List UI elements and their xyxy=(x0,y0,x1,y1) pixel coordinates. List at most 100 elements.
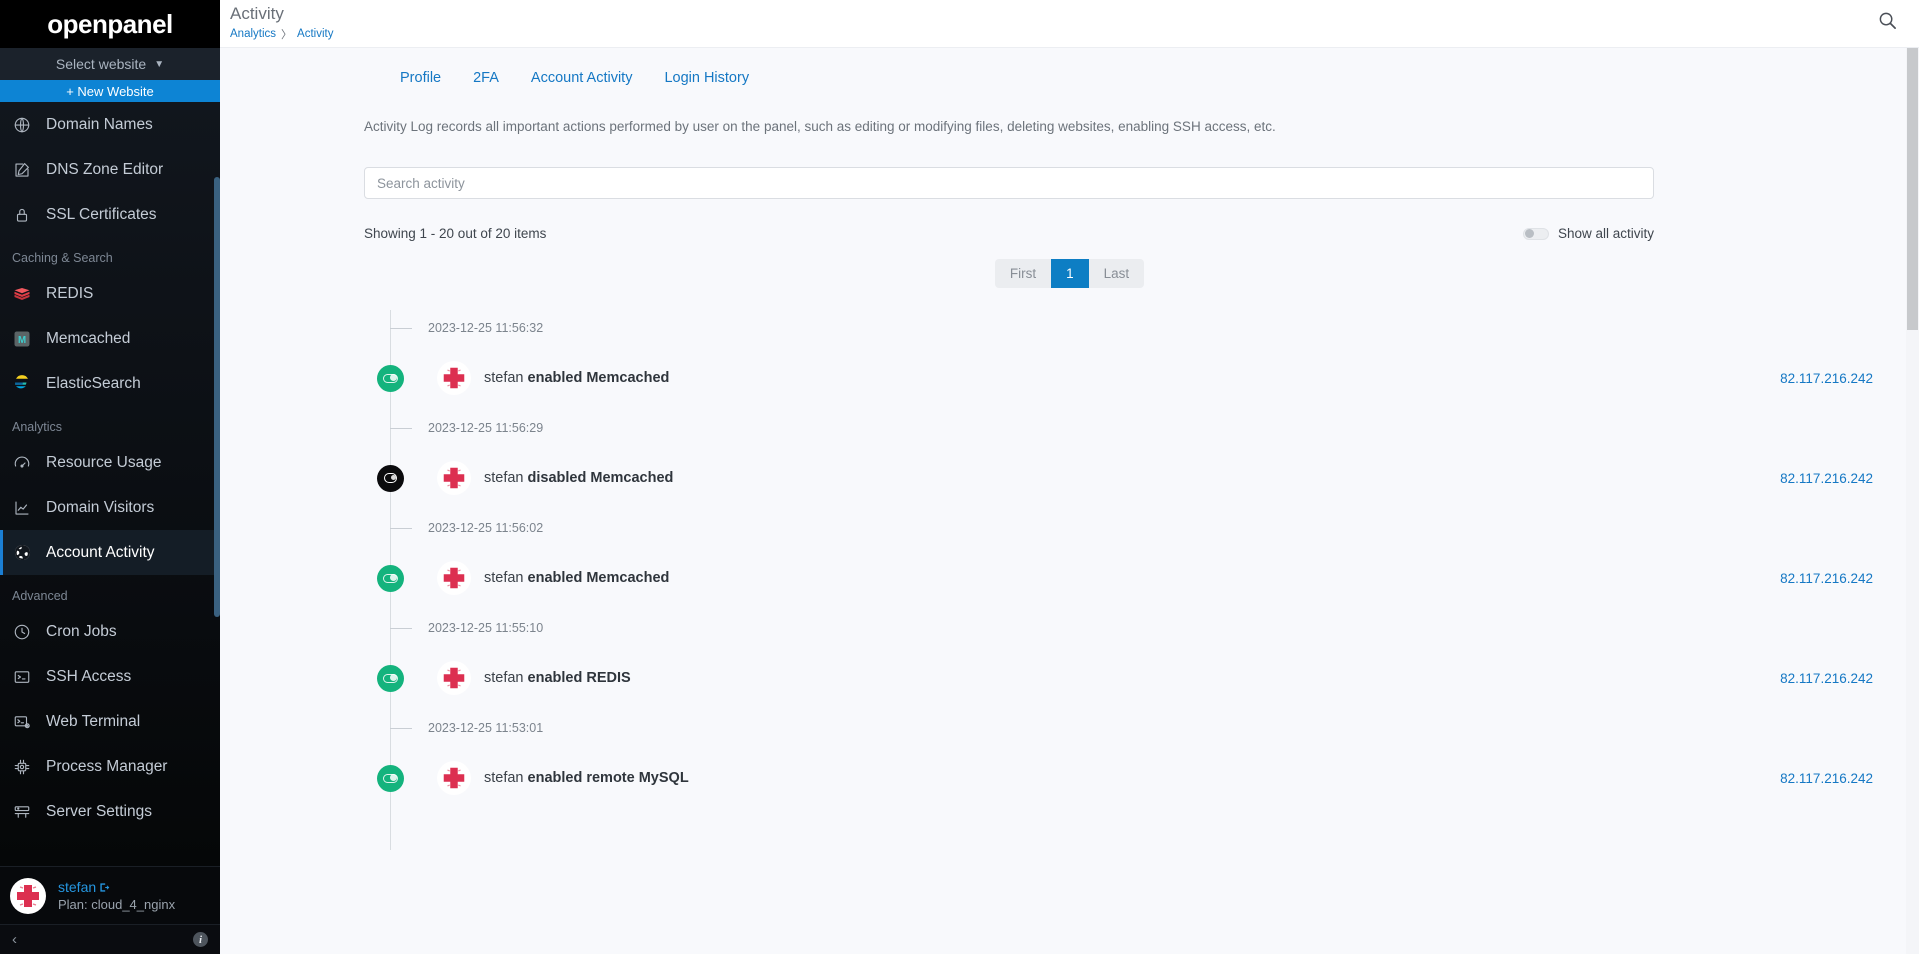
toggle-state-on-icon xyxy=(377,564,404,592)
breadcrumb-item-activity[interactable]: Activity xyxy=(297,28,333,40)
sidebar-item-dns-zone-editor[interactable]: DNS Zone Editor xyxy=(0,147,220,192)
line-chart-icon xyxy=(12,498,32,518)
sidebar-item-redis[interactable]: REDIS xyxy=(0,271,220,316)
activity-user: stefan xyxy=(484,370,524,386)
redis-icon xyxy=(12,284,32,304)
sidebar-item-cron-jobs[interactable]: Cron Jobs xyxy=(0,609,220,654)
timeline-timestamp: 2023-12-25 11:56:32 xyxy=(244,310,1895,346)
activity-action: enabled REDIS xyxy=(527,670,631,686)
avatar xyxy=(437,461,471,495)
sidebar-item-ssh-access[interactable]: SSH Access xyxy=(0,654,220,699)
new-website-button[interactable]: + New Website xyxy=(0,80,220,102)
meta-row: Showing 1 - 20 out of 20 items Show all … xyxy=(364,226,1654,241)
avatar xyxy=(437,761,471,795)
edit-square-icon xyxy=(12,160,32,180)
info-icon[interactable]: i xyxy=(193,932,208,947)
timeline-timestamp: 2023-12-25 11:56:29 xyxy=(244,410,1895,446)
user-meta: stefan Plan: cloud_4_nginx xyxy=(58,879,175,912)
elasticsearch-icon xyxy=(12,374,32,394)
sidebar-item-domain-names[interactable]: Domain Names xyxy=(0,102,220,147)
timeline-dash xyxy=(390,627,412,629)
sidebar-item-label: Process Manager xyxy=(46,757,168,775)
activity-user: stefan xyxy=(484,470,524,486)
main-scrollbar-thumb[interactable] xyxy=(1907,48,1918,330)
toggle-switch[interactable] xyxy=(1522,227,1549,240)
sidebar-item-account-activity[interactable]: Account Activity xyxy=(0,530,220,575)
sidebar-item-label: Domain Visitors xyxy=(46,498,155,516)
search-input[interactable] xyxy=(364,167,1654,199)
search-field-wrapper xyxy=(244,134,1895,199)
sidebar-item-label: Server Settings xyxy=(46,802,152,820)
terminal-icon xyxy=(12,667,32,687)
main-area: Activity Analytics 〉 Activity Profile 2FA… xyxy=(220,0,1919,954)
website-selector-label: Select website xyxy=(55,56,147,72)
activity-time: 2023-12-25 11:56:02 xyxy=(428,521,544,535)
tab-bar: Profile 2FA Account Activity Login History xyxy=(244,48,1895,96)
avatar xyxy=(437,661,471,695)
show-all-activity-label: Show all activity xyxy=(1557,226,1654,241)
timeline-timestamp: 2023-12-25 11:55:10 xyxy=(244,610,1895,646)
activity-description: stefan enabled Memcached xyxy=(484,370,669,386)
sidebar-item-memcached[interactable]: M Memcached xyxy=(0,316,220,361)
clock-icon xyxy=(12,622,32,642)
activity-time: 2023-12-25 11:55:10 xyxy=(428,621,544,635)
sidebar-section-analytics: Analytics xyxy=(12,420,63,434)
activity-action: enabled remote MySQL xyxy=(527,770,689,786)
activity-action: enabled Memcached xyxy=(527,570,670,586)
tab-2fa[interactable]: 2FA xyxy=(457,60,515,96)
website-selector[interactable]: Select website ▼ xyxy=(0,48,220,80)
lock-icon xyxy=(12,205,32,225)
topbar-left: Activity Analytics 〉 Activity xyxy=(230,3,333,42)
sidebar-item-ssl-certificates[interactable]: SSL Certificates xyxy=(0,192,220,237)
showing-count: Showing 1 - 20 out of 20 items xyxy=(364,226,547,241)
pagination-page-1[interactable]: 1 xyxy=(1051,259,1089,288)
activity-ip-link[interactable]: 82.117.216.242 xyxy=(1780,471,1873,486)
sidebar-item-process-manager[interactable]: Process Manager xyxy=(0,744,220,789)
sidebar-item-domain-visitors[interactable]: Domain Visitors xyxy=(0,485,220,530)
svg-text:M: M xyxy=(18,334,26,345)
activity-description: stefan disabled Memcached xyxy=(484,470,673,486)
tab-profile[interactable]: Profile xyxy=(384,60,457,96)
tab-login-history[interactable]: Login History xyxy=(648,60,765,96)
activity-time: 2023-12-25 11:56:29 xyxy=(428,421,544,435)
activity-row: stefan enabled remote MySQL 82.117.216.24… xyxy=(244,746,1895,810)
toggle-state-on-icon xyxy=(377,364,404,392)
activity-timeline: 2023-12-25 11:56:32 stefan enabled Memcac… xyxy=(244,310,1895,850)
sidebar-item-elasticsearch[interactable]: ElasticSearch xyxy=(0,361,220,406)
top-bar: Activity Analytics 〉 Activity xyxy=(220,0,1919,48)
activity-ip-link[interactable]: 82.117.216.242 xyxy=(1780,571,1873,586)
activity-action: disabled Memcached xyxy=(527,470,674,486)
brand-logo[interactable]: openpanel xyxy=(0,0,220,48)
sidebar-item-web-terminal[interactable]: Web Terminal xyxy=(0,699,220,744)
sidebar-item-resource-usage[interactable]: Resource Usage xyxy=(0,440,220,485)
tab-account-activity[interactable]: Account Activity xyxy=(515,60,649,96)
pagination-last[interactable]: Last xyxy=(1089,259,1145,288)
main-scrollbar[interactable] xyxy=(1906,48,1919,954)
timeline-timestamp: 2023-12-25 11:53:01 xyxy=(244,710,1895,746)
chevron-down-icon: ▼ xyxy=(154,58,165,70)
user-panel[interactable]: stefan Plan: cloud_4_nginx xyxy=(0,866,220,924)
activity-ip-link[interactable]: 82.117.216.242 xyxy=(1780,371,1873,386)
sidebar-item-server-settings[interactable]: Server Settings xyxy=(0,789,220,834)
search-icon[interactable] xyxy=(1878,11,1897,35)
activity-ip-link[interactable]: 82.117.216.242 xyxy=(1780,671,1873,686)
activity-row: stefan enabled Memcached 82.117.216.242 xyxy=(244,546,1895,610)
activity-description: stefan enabled remote MySQL xyxy=(484,770,689,786)
brand-text: openpanel xyxy=(47,8,173,39)
activity-description: stefan enabled REDIS xyxy=(484,670,631,686)
sidebar-item-label: Account Activity xyxy=(46,543,155,561)
activity-row: stefan enabled Memcached 82.117.216.242 xyxy=(244,346,1895,410)
show-all-activity-toggle[interactable]: Show all activity xyxy=(1522,226,1654,241)
activity-user: stefan xyxy=(484,670,524,686)
sidebar-nav: Domain Names DNS Zone Editor SSL Certifica… xyxy=(0,102,220,866)
pagination-first[interactable]: First xyxy=(995,259,1051,288)
sidebar-section-advanced: Advanced xyxy=(12,589,68,603)
chevron-left-icon[interactable]: ‹ xyxy=(12,931,17,948)
user-name-link[interactable]: stefan xyxy=(58,879,175,895)
activity-ip-link[interactable]: 82.117.216.242 xyxy=(1780,771,1873,786)
sidebar-item-label: SSL Certificates xyxy=(46,205,157,223)
web-terminal-icon xyxy=(12,712,32,732)
logout-icon[interactable] xyxy=(99,882,110,893)
breadcrumb-item-analytics[interactable]: Analytics xyxy=(230,28,276,40)
sidebar-item-label: Cron Jobs xyxy=(46,622,117,640)
